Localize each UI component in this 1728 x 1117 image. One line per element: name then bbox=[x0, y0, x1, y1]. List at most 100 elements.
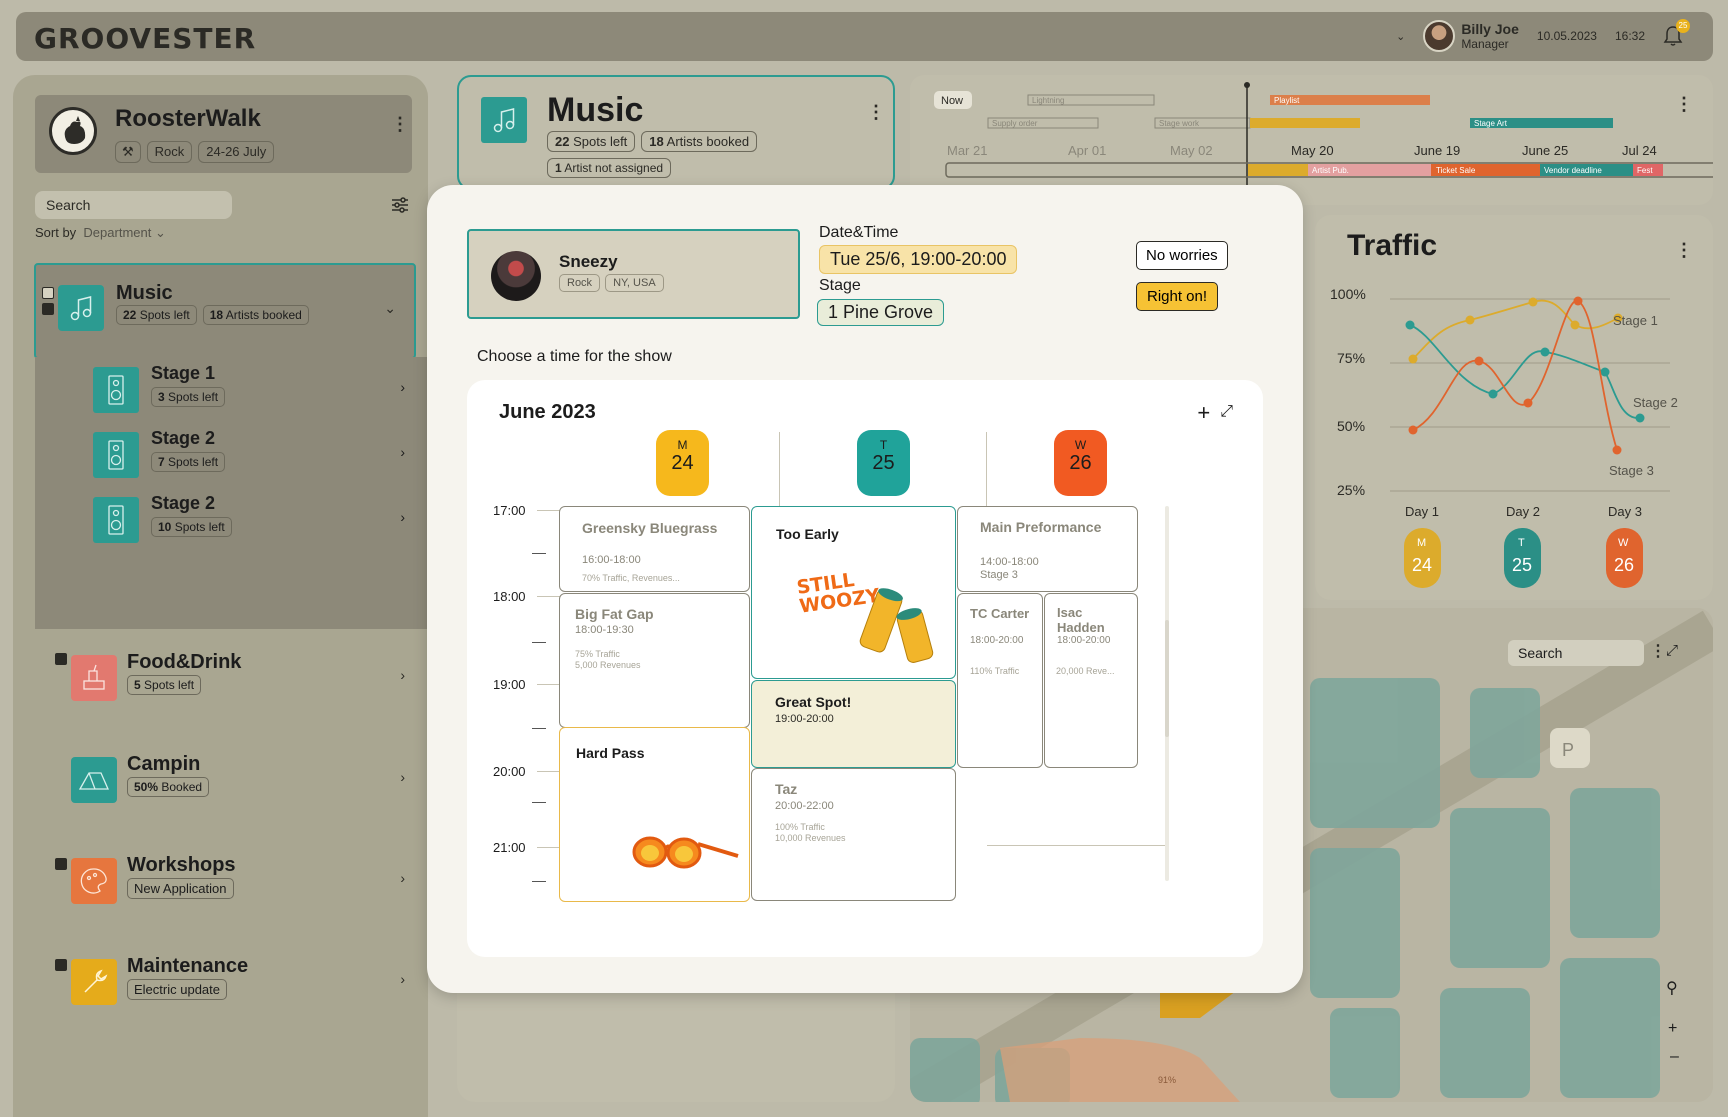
zoom-in-icon[interactable]: + bbox=[1668, 1020, 1677, 1038]
svg-text:T: T bbox=[1518, 537, 1525, 549]
stage-item[interactable]: Stage 2 7 Spots left › bbox=[35, 422, 427, 487]
datetime-value: Tue 25/6, 19:00-20:00 bbox=[819, 245, 1018, 274]
mail-icon bbox=[42, 303, 54, 315]
map-menu-icon[interactable]: ⋮ bbox=[1650, 644, 1666, 660]
slot-main-performance[interactable]: Main Preformance 14:00-18:00 Stage 3 bbox=[957, 506, 1138, 592]
chevron-down-icon[interactable]: ⌄ bbox=[384, 300, 396, 317]
sidebar-item-campin[interactable]: Campin 50% Booked › bbox=[35, 747, 427, 817]
scrollbar-thumb[interactable] bbox=[1165, 620, 1169, 737]
chevron-right-icon: › bbox=[400, 769, 405, 785]
svg-text:May 02: May 02 bbox=[1170, 143, 1213, 158]
event-card[interactable]: RoosterWalk ⚒ Rock 24-26 July ⋮ bbox=[35, 95, 412, 173]
stage-item[interactable]: Stage 1 3 Spots left › bbox=[35, 357, 427, 422]
artist-card[interactable]: Sneezy Rock NY, USA bbox=[467, 229, 800, 319]
day-badge-t[interactable]: T 25 bbox=[857, 430, 910, 496]
right-on-button[interactable]: Right on! bbox=[1136, 282, 1219, 311]
stage-name: Stage 2 bbox=[151, 493, 216, 513]
timeline-menu-icon[interactable]: ⋮ bbox=[1675, 95, 1693, 113]
chevron-down-icon[interactable]: ⌄ bbox=[1396, 30, 1405, 43]
hour-label: 19:00 bbox=[493, 677, 526, 692]
stage-item[interactable]: Stage 2 10 Spots left › bbox=[35, 487, 427, 552]
sidebar-item-music[interactable]: Music 22 Spots left 18 Artists booked ⌄ bbox=[34, 263, 416, 359]
svg-text:Artist Pub.: Artist Pub. bbox=[1312, 166, 1349, 175]
artist-name: Sneezy bbox=[559, 252, 618, 271]
date-display: 10.05.2023 bbox=[1536, 29, 1597, 43]
no-worries-button[interactable]: No worries bbox=[1136, 241, 1228, 270]
add-icon[interactable]: + bbox=[1197, 400, 1210, 426]
event-menu-icon[interactable]: ⋮ bbox=[391, 115, 409, 133]
sidebar-item-food-drink[interactable]: Food&Drink 5 Spots left › bbox=[35, 645, 427, 715]
hour-label: 21:00 bbox=[493, 840, 526, 855]
calendar-tools: + ⤢ bbox=[1197, 400, 1233, 426]
day-badge-w[interactable]: W 26 bbox=[1054, 430, 1107, 496]
slot-big-fat-gap[interactable]: Big Fat Gap 18:00-19:30 75% Traffic 5,000… bbox=[559, 593, 750, 728]
traffic-chart: 100% 75% 50% 25% Stage 1 Stage 2 Stage 3… bbox=[1330, 286, 1678, 588]
zoom-out-icon[interactable]: – bbox=[1670, 1048, 1679, 1066]
svg-text:Day 3: Day 3 bbox=[1608, 504, 1642, 519]
slot-taz[interactable]: Taz 20:00-22:00 100% Traffic 10,000 Reven… bbox=[751, 768, 956, 901]
expand-icon[interactable]: ⤢ bbox=[1666, 642, 1678, 659]
guitar-icon: ⚒ bbox=[115, 141, 141, 163]
chevron-right-icon: › bbox=[400, 509, 405, 525]
dept-chips: New Application bbox=[127, 878, 234, 899]
sort-value: Department bbox=[83, 225, 152, 240]
traffic-menu-icon[interactable]: ⋮ bbox=[1675, 241, 1693, 259]
artist-location: NY, USA bbox=[605, 274, 664, 292]
half-hour-tick bbox=[532, 553, 546, 554]
slot-too-early[interactable]: Too Early STILL WOOZY bbox=[751, 506, 956, 679]
svg-text:Stage 3: Stage 3 bbox=[1609, 463, 1654, 478]
artist-tags: Rock NY, USA bbox=[559, 274, 664, 292]
user-area: ⌄ Billy Joe Manager 10.05.2023 16:32 25 bbox=[1396, 19, 1690, 52]
slot-greensky-bluegrass[interactable]: Greensky Bluegrass 16:00-18:00 70% Traff… bbox=[559, 506, 750, 592]
bar-playlist: Playlist bbox=[1274, 96, 1300, 105]
filter-icon[interactable] bbox=[391, 196, 409, 214]
dept-name: Workshops bbox=[127, 854, 236, 876]
day-badge-m[interactable]: M 24 bbox=[656, 430, 709, 496]
slot-isac-hadden[interactable]: Isac Hadden 18:00-20:00 20,000 Reve... bbox=[1044, 593, 1138, 768]
wrench-icon bbox=[71, 959, 117, 1005]
speaker-icon bbox=[93, 432, 139, 478]
hour-label: 17:00 bbox=[493, 503, 526, 518]
slot-hard-pass[interactable]: Hard Pass bbox=[559, 727, 750, 902]
hour-line bbox=[987, 845, 1167, 846]
sidebar-search-input[interactable]: Search bbox=[35, 191, 232, 219]
svg-text:June 19: June 19 bbox=[1414, 143, 1460, 158]
location-pin-icon[interactable]: ⚲ bbox=[1666, 978, 1678, 998]
chevron-right-icon: › bbox=[400, 870, 405, 886]
svg-text:Vendor deadline: Vendor deadline bbox=[1544, 166, 1602, 175]
event-genre: Rock bbox=[146, 141, 193, 163]
expand-icon[interactable]: ⤢ bbox=[1220, 403, 1233, 426]
time-display: 16:32 bbox=[1614, 29, 1645, 43]
user-menu[interactable]: Billy Joe Manager bbox=[1423, 20, 1519, 52]
slot-tc-carter[interactable]: TC Carter 18:00-20:00 110% Traffic bbox=[957, 593, 1043, 768]
app-logo: GROOVESTER bbox=[34, 22, 257, 55]
svg-text:June 25: June 25 bbox=[1522, 143, 1568, 158]
chevron-right-icon: › bbox=[400, 667, 405, 683]
dept-name: Food&Drink bbox=[127, 651, 242, 673]
svg-text:100%: 100% bbox=[1330, 286, 1366, 302]
stage-list: Stage 1 3 Spots left › Stage 2 7 Spots l… bbox=[35, 357, 427, 629]
half-hour-tick bbox=[532, 728, 546, 729]
lock-icon bbox=[55, 653, 67, 665]
stage-chip: 10 Spots left bbox=[151, 517, 232, 537]
bar-lightning: Lightning bbox=[1032, 96, 1064, 105]
stage-chip: 7 Spots left bbox=[151, 452, 226, 472]
chevron-right-icon: › bbox=[400, 444, 405, 460]
music-card[interactable]: Music 22 Spots left 18 Artists booked 1 … bbox=[457, 75, 895, 190]
dept-chips: 22 Spots left 18 Artists booked bbox=[116, 305, 309, 325]
dept-name: Campin bbox=[127, 753, 201, 775]
sidebar: RoosterWalk ⚒ Rock 24-26 July ⋮ Search S… bbox=[13, 75, 428, 1117]
parking-label: P bbox=[1562, 740, 1574, 760]
notifications-button[interactable]: 25 bbox=[1663, 19, 1690, 47]
sidebar-item-workshops[interactable]: Workshops New Application › bbox=[35, 848, 427, 918]
dept-name: Maintenance bbox=[127, 955, 249, 977]
music-menu-icon[interactable]: ⋮ bbox=[867, 103, 885, 121]
svg-text:Jul 24: Jul 24 bbox=[1622, 143, 1657, 158]
sort-control[interactable]: Sort by Department ⌄ bbox=[35, 225, 166, 241]
music-chips: 22 Spots left 18 Artists booked 1 Artist… bbox=[547, 131, 807, 178]
map-search-input[interactable]: Search bbox=[1508, 640, 1644, 666]
slot-great-spot[interactable]: Great Spot! 19:00-20:00 bbox=[751, 680, 956, 768]
sidebar-item-maintenance[interactable]: Maintenance Electric update › bbox=[35, 949, 427, 1019]
event-dates: 24-26 July bbox=[198, 141, 275, 163]
calendar: June 2023 + ⤢ M 24 T 25 W 26 17:00 18:00 19… bbox=[467, 380, 1263, 957]
